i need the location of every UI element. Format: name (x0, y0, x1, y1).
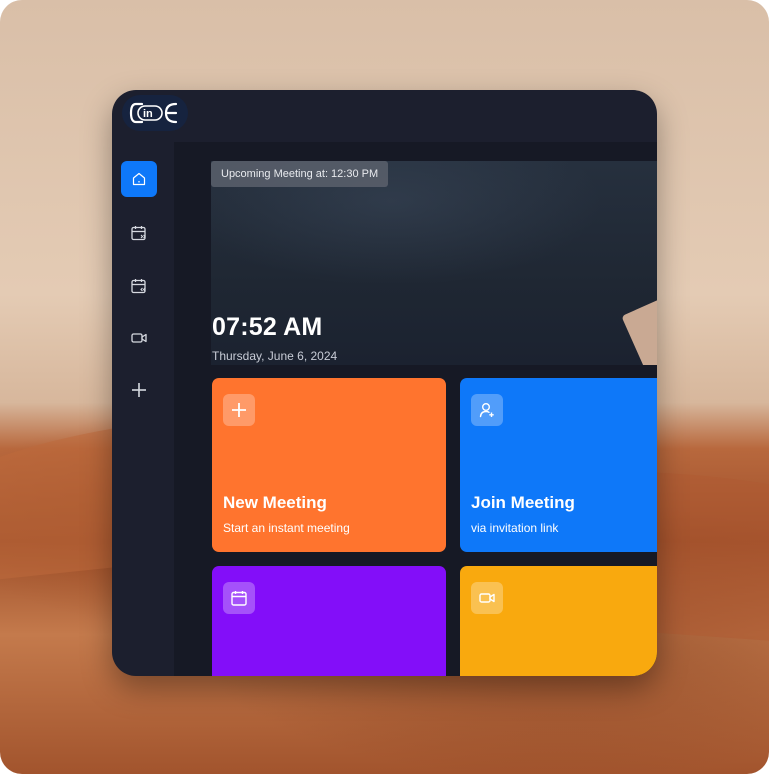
sidebar-item-home[interactable] (121, 161, 157, 197)
video-icon (131, 333, 147, 343)
video-icon (479, 593, 495, 603)
calendar-back-icon (131, 279, 146, 294)
sidebar (112, 142, 174, 676)
card-icon-wrap (223, 394, 255, 426)
card-subtitle: Start an instant meeting (223, 521, 350, 535)
card-title: Join Meeting (471, 493, 575, 512)
schedule-meeting-card[interactable] (212, 566, 446, 676)
calendar-icon (231, 591, 247, 606)
view-recordings-card[interactable] (460, 566, 657, 676)
hero-banner: Upcoming Meeting at: 12:30 PM 07:52 AM T… (211, 161, 657, 365)
hero-decoration (621, 291, 657, 365)
logo-text: in (143, 108, 153, 120)
sidebar-item-personal-room[interactable] (121, 372, 157, 408)
calendar-forward-icon (131, 226, 146, 241)
logo-mark: in (129, 102, 178, 124)
sidebar-item-recordings[interactable] (121, 320, 157, 356)
app-window: in Upcoming Meeting at: 12:30 PM 07:52 A… (112, 90, 657, 676)
current-date: Thursday, June 6, 2024 (212, 349, 338, 363)
card-icon-wrap (471, 394, 503, 426)
app-logo[interactable]: in (122, 95, 188, 131)
card-subtitle: via invitation link (471, 521, 559, 535)
main-content: Upcoming Meeting at: 12:30 PM 07:52 AM T… (174, 142, 657, 676)
top-bar: in (112, 90, 657, 142)
card-title: New Meeting (223, 493, 327, 512)
card-icon-wrap (471, 582, 503, 614)
plus-icon (232, 403, 246, 417)
sidebar-item-previous[interactable] (121, 268, 157, 304)
upcoming-meeting-badge: Upcoming Meeting at: 12:30 PM (211, 161, 389, 187)
sidebar-item-upcoming[interactable] (121, 215, 157, 251)
join-meeting-card[interactable]: Join Meeting via invitation link (460, 378, 657, 552)
user-add-icon (479, 403, 494, 418)
plus-icon (132, 383, 146, 397)
card-icon-wrap (223, 582, 255, 614)
current-time: 07:52 AM (212, 313, 323, 341)
new-meeting-card[interactable]: New Meeting Start an instant meeting (212, 378, 446, 552)
home-icon (132, 172, 146, 186)
